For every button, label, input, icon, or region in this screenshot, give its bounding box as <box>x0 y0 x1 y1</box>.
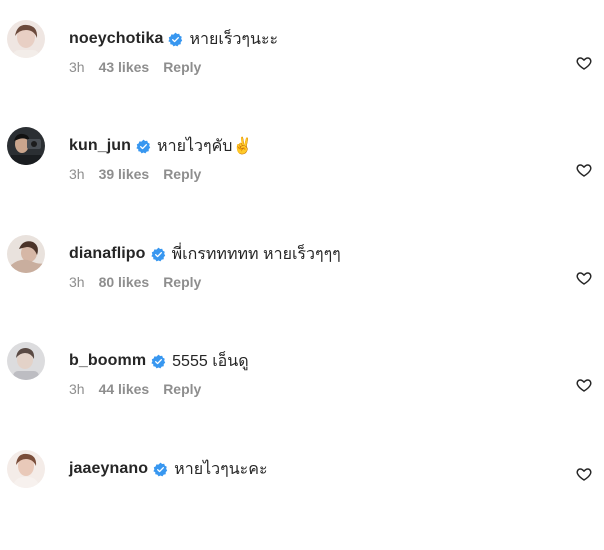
comment-list: noeychotika หายเร็วๆนะะ 3h 43 likes Repl… <box>0 0 604 515</box>
comment-body: jaaeynano หายไวๆนะคะ <box>69 458 268 480</box>
comment-text: หายไวๆนะคะ <box>174 460 268 478</box>
verified-badge-icon <box>153 462 168 477</box>
comment-item: kun_jun หายไวๆคับ✌️ 3h 39 likes Reply <box>0 127 604 227</box>
username-link[interactable]: jaaeynano <box>69 460 148 478</box>
heart-outline-icon[interactable] <box>576 270 592 286</box>
comment-body: b_boomm 5555 เอ็นดู <box>69 350 249 372</box>
avatar[interactable] <box>7 127 45 165</box>
username-link[interactable]: b_boomm <box>69 352 146 370</box>
reply-button[interactable]: Reply <box>163 59 201 75</box>
username-link[interactable]: dianaflipo <box>69 245 146 263</box>
likes-count-button[interactable]: 80 likes <box>99 274 150 290</box>
comment-body: noeychotika หายเร็วๆนะะ <box>69 28 278 50</box>
comment-item: dianaflipo พี่เกรททททท หายเร็วๆๆๆ 3h 80 … <box>0 235 604 335</box>
comment-text: พี่เกรททททท หายเร็วๆๆๆ <box>171 245 341 263</box>
comment-body: dianaflipo พี่เกรททททท หายเร็วๆๆๆ <box>69 243 341 265</box>
comment-text: หายเร็วๆนะะ <box>189 30 279 48</box>
comment-item: jaaeynano หายไวๆนะคะ <box>0 450 604 550</box>
verified-badge-icon <box>136 139 151 154</box>
verified-badge-icon <box>168 32 183 47</box>
verified-badge-icon <box>150 247 166 262</box>
comment-text: 5555 เอ็นดู <box>172 352 249 370</box>
likes-count-button[interactable]: 43 likes <box>99 59 150 75</box>
heart-outline-icon[interactable] <box>576 377 592 393</box>
comment-item: b_boomm 5555 เอ็นดู 3h 44 likes Reply <box>0 342 604 442</box>
verified-badge-icon <box>151 354 166 369</box>
username-link[interactable]: kun_jun <box>69 137 131 155</box>
avatar-image <box>7 342 45 380</box>
comment-time[interactable]: 3h <box>69 381 85 397</box>
comment-meta: 3h 44 likes Reply <box>69 379 201 399</box>
heart-outline-icon[interactable] <box>576 162 592 178</box>
avatar[interactable] <box>7 235 45 273</box>
comment-time[interactable]: 3h <box>69 59 85 75</box>
comment-meta: 3h 39 likes Reply <box>69 164 201 184</box>
comment-time[interactable]: 3h <box>69 274 85 290</box>
heart-outline-icon[interactable] <box>576 55 592 71</box>
reply-button[interactable]: Reply <box>163 166 201 182</box>
avatar[interactable] <box>7 342 45 380</box>
likes-count-button[interactable]: 39 likes <box>99 166 150 182</box>
reply-button[interactable]: Reply <box>163 381 201 397</box>
avatar[interactable] <box>7 450 45 488</box>
heart-outline-icon[interactable] <box>576 466 592 482</box>
avatar-image <box>7 235 45 273</box>
comment-meta: 3h 80 likes Reply <box>69 272 201 292</box>
reply-button[interactable]: Reply <box>163 274 201 290</box>
likes-count-button[interactable]: 44 likes <box>99 381 150 397</box>
avatar-image <box>7 450 45 488</box>
comment-item: noeychotika หายเร็วๆนะะ 3h 43 likes Repl… <box>0 20 604 120</box>
username-link[interactable]: noeychotika <box>69 30 163 48</box>
comment-time[interactable]: 3h <box>69 166 85 182</box>
avatar[interactable] <box>7 20 45 58</box>
comment-text: หายไวๆคับ✌️ <box>157 137 253 155</box>
avatar-image <box>7 127 45 165</box>
avatar-image <box>7 20 45 58</box>
comment-meta: 3h 43 likes Reply <box>69 57 201 77</box>
comment-body: kun_jun หายไวๆคับ✌️ <box>69 135 252 157</box>
